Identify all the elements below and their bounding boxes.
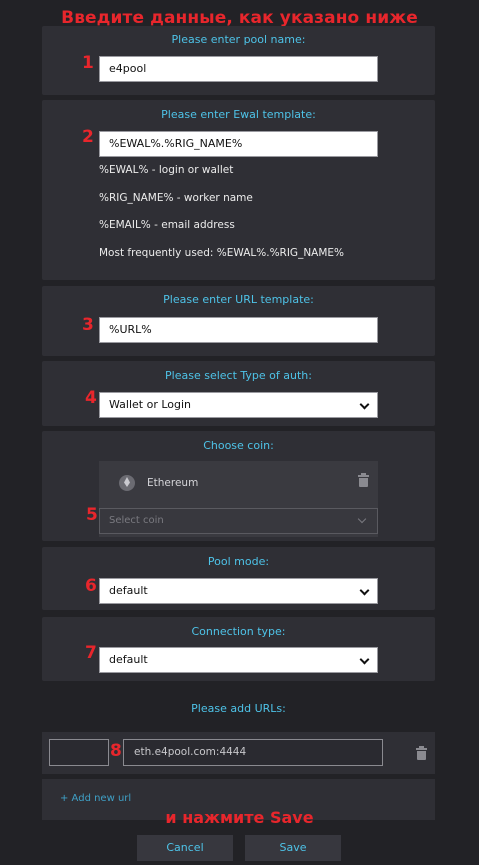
choose-coin-label: Choose coin:: [203, 439, 274, 452]
ewal-template-panel: Please enter Ewal template: %EWAL%.%RIG_…: [42, 100, 435, 280]
chevron-down-icon: [359, 399, 370, 410]
step-2-marker: 2: [82, 127, 94, 147]
ethereum-icon: [119, 475, 135, 491]
connection-type-value: default: [109, 653, 148, 666]
pool-mode-value: default: [109, 584, 148, 597]
help-rig-name: %RIG_NAME% - worker name: [99, 192, 253, 204]
add-urls-label: Please add URLs:: [191, 702, 286, 715]
instruction-title: Введите данные, как указано ниже: [61, 8, 418, 28]
select-coin-dropdown[interactable]: Select coin: [99, 508, 378, 534]
url-row: eth.e4pool.com:4444: [42, 732, 435, 774]
add-new-url-link[interactable]: + Add new url: [60, 793, 131, 804]
connection-type-label: Connection type:: [191, 625, 286, 638]
help-most-used: Most frequently used: %EWAL%.%RIG_NAME%: [99, 247, 345, 259]
auth-type-select[interactable]: Wallet or Login: [99, 392, 378, 418]
connection-type-panel: Connection type: default: [42, 617, 435, 681]
pool-mode-panel: Pool mode: default: [42, 547, 435, 610]
chevron-down-icon: [359, 585, 370, 596]
url-template-input[interactable]: %URL%: [99, 317, 378, 343]
pool-mode-select[interactable]: default: [99, 578, 378, 604]
select-coin-placeholder: Select coin: [109, 515, 164, 526]
coin-name: Ethereum: [147, 477, 199, 489]
auth-type-label: Please select Type of auth:: [165, 369, 312, 382]
connection-type-select[interactable]: default: [99, 647, 378, 673]
auth-type-value: Wallet or Login: [109, 398, 192, 411]
pool-name-input[interactable]: e4pool: [99, 56, 378, 82]
pool-name-label: Please enter pool name:: [171, 33, 306, 46]
help-ewal: %EWAL% - login or wallet: [99, 164, 234, 176]
ewal-template-label: Please enter Ewal template:: [161, 108, 316, 121]
trash-icon[interactable]: [358, 473, 369, 487]
trash-icon[interactable]: [416, 746, 427, 760]
step-8-marker: 8: [110, 741, 122, 761]
step-1-marker: 1: [82, 53, 94, 73]
pool-name-panel: Please enter pool name: e4pool: [42, 26, 435, 95]
url-template-panel: Please enter URL template: %URL%: [42, 286, 435, 356]
step-5-marker: 5: [86, 505, 98, 525]
step-4-marker: 4: [85, 388, 97, 408]
chevron-down-icon: [357, 514, 367, 524]
url-input[interactable]: eth.e4pool.com:4444: [123, 739, 383, 766]
url-priority-input[interactable]: [49, 739, 109, 766]
pool-mode-label: Pool mode:: [207, 555, 270, 568]
url-template-label: Please enter URL template:: [163, 293, 314, 306]
chevron-down-icon: [359, 654, 370, 665]
auth-type-panel: Please select Type of auth: Wallet or Lo…: [42, 361, 435, 426]
instruction-bottom: и нажмите Save: [165, 808, 314, 827]
help-email: %EMAIL% - email address: [99, 219, 235, 231]
step-6-marker: 6: [85, 576, 97, 596]
save-button[interactable]: Save: [245, 835, 341, 861]
choose-coin-panel: Choose coin: Ethereum Select coin: [42, 431, 435, 541]
cancel-button[interactable]: Cancel: [137, 835, 233, 861]
step-7-marker: 7: [85, 643, 97, 663]
step-3-marker: 3: [82, 315, 94, 335]
ewal-template-input[interactable]: %EWAL%.%RIG_NAME%: [99, 131, 378, 157]
